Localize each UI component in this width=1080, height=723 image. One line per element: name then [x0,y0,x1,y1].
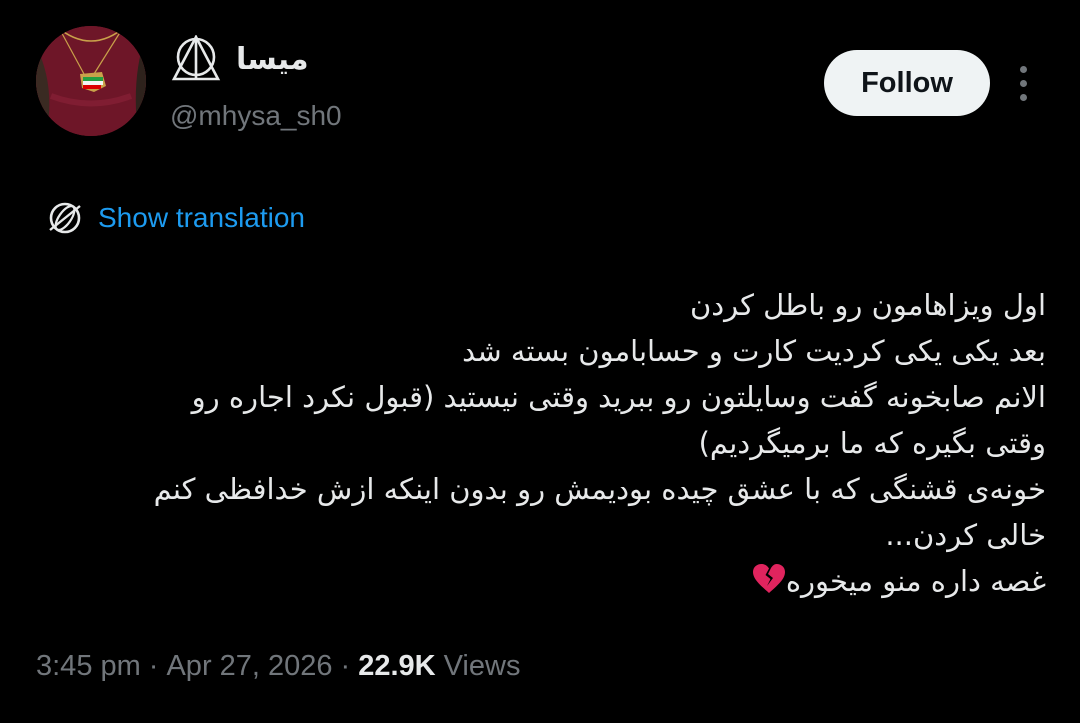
display-name-row[interactable]: میسا [168,34,309,84]
avatar[interactable] [36,26,146,136]
show-translation-label: Show translation [98,202,306,233]
globe-icon [49,202,81,234]
more-options-button[interactable] [1006,60,1040,106]
tweet-line: خونه‌ی قشنگی که با عشق چیده بودیمش رو بد… [153,472,1046,506]
views-count[interactable]: 22.9K [358,650,435,683]
tweet-line-last: غصه داره منو میخوره [40,558,1046,604]
broken-heart-icon [752,564,785,593]
show-translation-link[interactable]: Show translation [44,196,305,240]
follow-button[interactable]: Follow [824,50,990,116]
triangle-circle-icon [171,35,221,81]
separator: · [148,649,159,682]
tweet-line: خالی کردن... [885,518,1046,552]
views-label: Views [443,649,521,682]
display-name: میسا [236,41,309,77]
more-vertical-icon-dot [1019,93,1027,101]
tweet-line: اول ویزاهامون رو باطل کردن [689,288,1046,322]
tweet-line: وقتی بگیره که ما برمیگردیم) [698,426,1046,460]
tweet-date[interactable]: Apr 27, 2026 [166,650,332,683]
tweet-line: غصه داره منو میخوره [785,564,1046,598]
tweet-line: الانم صابخونه گفت وسایلتون رو ببرید وقتی… [191,380,1046,414]
separator: · [340,649,351,682]
more-vertical-icon [1019,65,1027,73]
tweet-line: بعد یکی یکی کردیت کارت و حسابامون بسته ش… [462,334,1046,368]
avatar-image [36,26,146,136]
user-handle[interactable]: @mhysa_sh0 [170,100,342,132]
tweet-text: اول ویزاهامون رو باطل کردن بعد یکی یکی ک… [40,282,1046,604]
tweet-time[interactable]: 3:45 pm [36,650,141,683]
more-vertical-icon-dot [1019,79,1027,87]
tweet-meta: 3:45 pm · Apr 27, 2026 · 22.9K Views [36,644,520,688]
